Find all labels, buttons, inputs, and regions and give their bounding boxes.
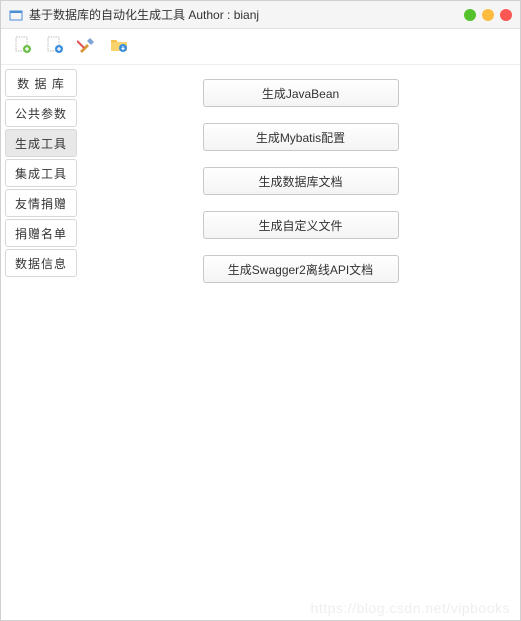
- window-title: 基于数据库的自动化生成工具 Author : bianj: [29, 6, 464, 23]
- tools-icon: [77, 35, 97, 58]
- app-window: 基于数据库的自动化生成工具 Author : bianj: [0, 0, 521, 621]
- generate-javabean-button[interactable]: 生成JavaBean: [203, 79, 399, 107]
- toolbar-add-button[interactable]: [41, 33, 69, 61]
- watermark: https://blog.csdn.net/vipbooks: [311, 600, 510, 616]
- tab-common-params[interactable]: 公共参数: [5, 99, 77, 127]
- tab-generate-tools[interactable]: 生成工具: [5, 129, 77, 157]
- sidebar: 数 据 库 公共参数 生成工具 集成工具 友情捐赠 捐赠名单 数据信息: [1, 65, 81, 604]
- toolbar-folder-button[interactable]: [105, 33, 133, 61]
- window-controls: [464, 9, 512, 21]
- tab-integration-tools[interactable]: 集成工具: [5, 159, 77, 187]
- tab-data-info[interactable]: 数据信息: [5, 249, 77, 277]
- folder-download-icon: [109, 35, 129, 58]
- tab-donation-list[interactable]: 捐赠名单: [5, 219, 77, 247]
- generate-swagger-doc-button[interactable]: 生成Swagger2离线API文档: [203, 255, 399, 283]
- titlebar: 基于数据库的自动化生成工具 Author : bianj: [1, 1, 520, 29]
- app-icon: [9, 8, 23, 22]
- minimize-button[interactable]: [464, 9, 476, 21]
- toolbar-tools-button[interactable]: [73, 33, 101, 61]
- maximize-button[interactable]: [482, 9, 494, 21]
- tab-donation[interactable]: 友情捐赠: [5, 189, 77, 217]
- generate-db-doc-button[interactable]: 生成数据库文档: [203, 167, 399, 195]
- generate-custom-file-button[interactable]: 生成自定义文件: [203, 211, 399, 239]
- generate-mybatis-button[interactable]: 生成Mybatis配置: [203, 123, 399, 151]
- tab-database[interactable]: 数 据 库: [5, 69, 77, 97]
- toolbar-new-button[interactable]: [9, 33, 37, 61]
- close-button[interactable]: [500, 9, 512, 21]
- document-add-icon: [45, 35, 65, 58]
- body-area: 数 据 库 公共参数 生成工具 集成工具 友情捐赠 捐赠名单 数据信息 生成Ja…: [1, 65, 520, 604]
- document-plus-icon: [13, 35, 33, 58]
- toolbar: [1, 29, 520, 65]
- content-panel: 生成JavaBean 生成Mybatis配置 生成数据库文档 生成自定义文件 生…: [81, 65, 520, 604]
